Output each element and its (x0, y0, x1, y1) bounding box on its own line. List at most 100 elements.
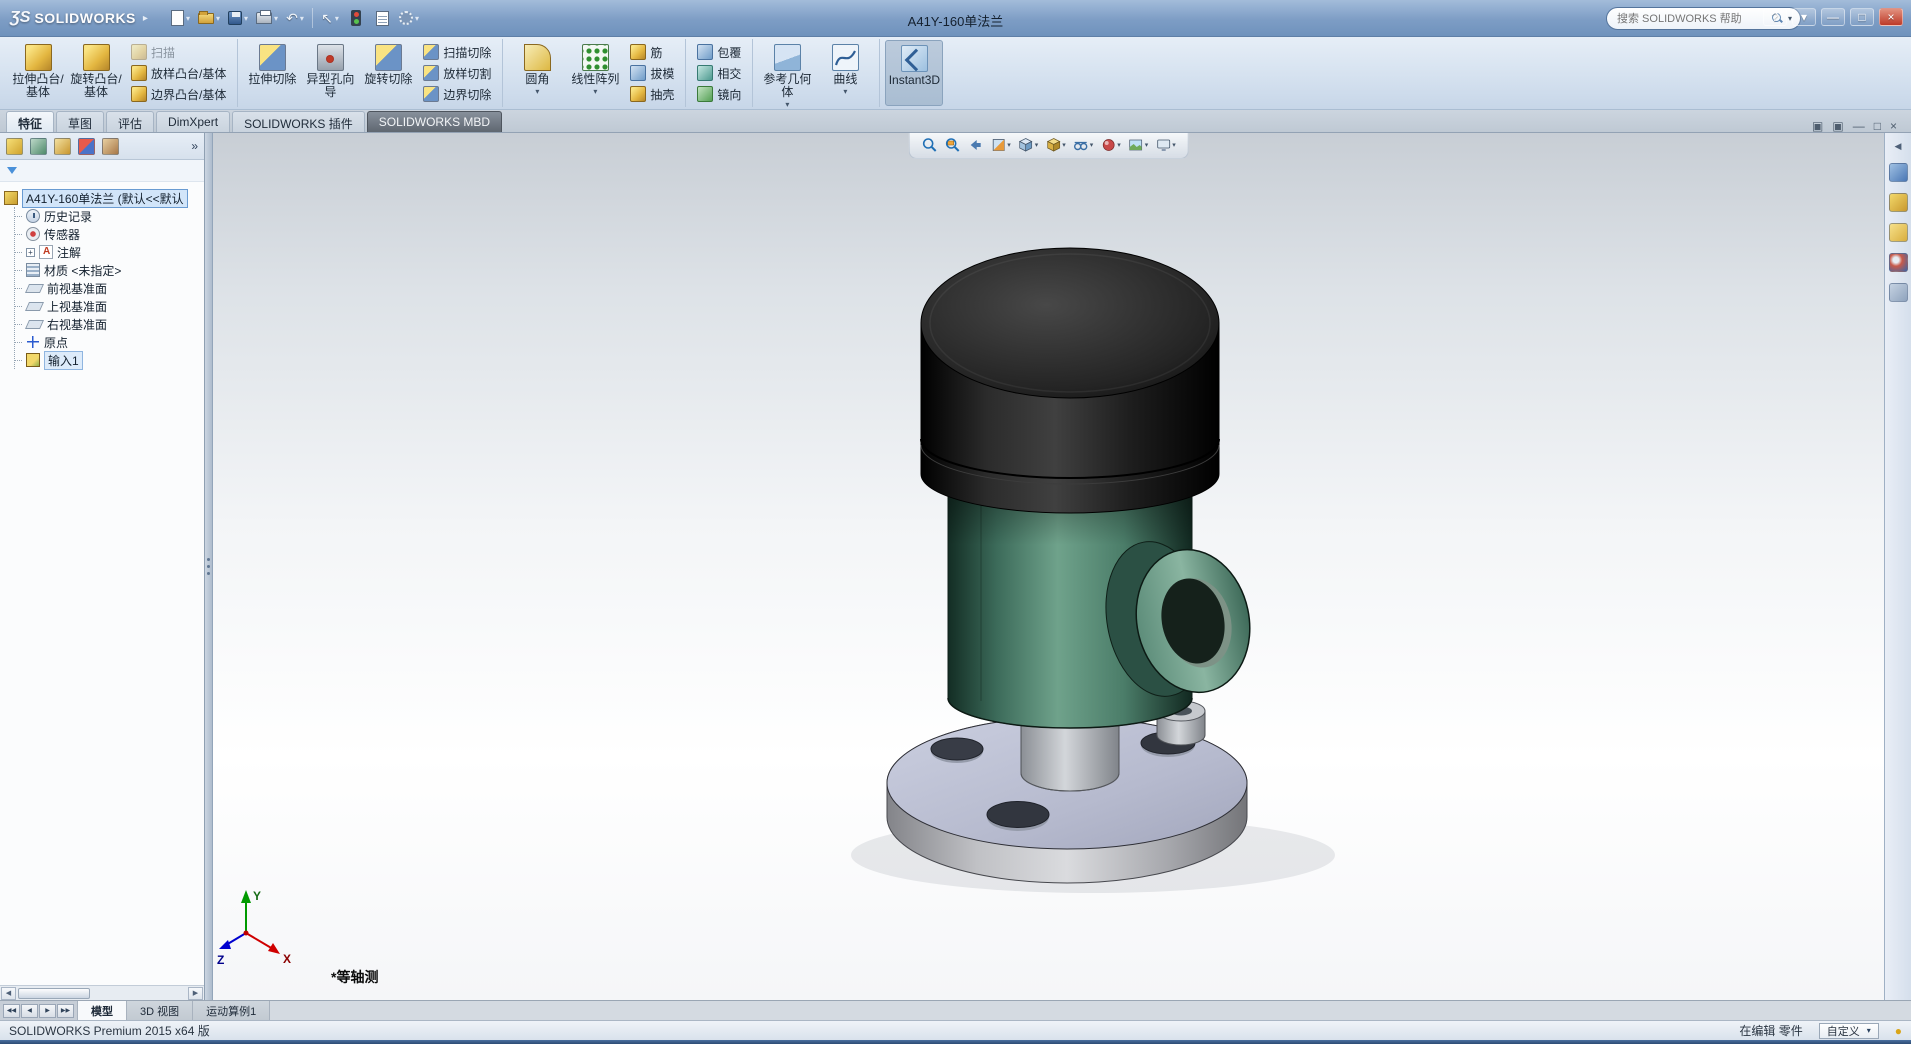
help-dropdown-button[interactable]: ▾ (1792, 8, 1816, 26)
curves-button[interactable]: 曲线 ▾ (816, 40, 874, 106)
appearances-scenes-icon[interactable] (1889, 253, 1908, 272)
configurationmanager-tab-icon[interactable] (54, 138, 71, 155)
displaymanager-tab-icon[interactable] (102, 138, 119, 155)
maximize-button[interactable]: □ (1850, 8, 1874, 26)
featuremanager-tab-icon[interactable] (6, 138, 23, 155)
cascade-window-icon[interactable]: ▣ (1832, 120, 1843, 132)
apply-scene-button[interactable]: ▾ (1126, 136, 1151, 154)
dropdown-arrow-icon[interactable]: ▾ (1007, 141, 1011, 149)
mirror-button[interactable]: 镜向 (693, 84, 745, 104)
custom-properties-icon[interactable] (1889, 283, 1908, 302)
help-button[interactable]: ? (1763, 8, 1787, 26)
doc-close-icon[interactable]: × (1890, 120, 1897, 132)
tree-item-sensors[interactable]: 传感器 (15, 225, 200, 243)
tree-item-origin[interactable]: 原点 (15, 333, 200, 351)
dropdown-arrow-icon[interactable]: ▾ (335, 14, 339, 23)
tree-item-right-plane[interactable]: 右视基准面 (15, 315, 200, 333)
dropdown-arrow-icon[interactable]: ▾ (843, 87, 847, 96)
extruded-cut-button[interactable]: 拉伸切除 (243, 40, 301, 106)
tree-item-top-plane[interactable]: 上视基准面 (15, 297, 200, 315)
close-button[interactable]: × (1879, 8, 1903, 26)
file-explorer-icon[interactable] (1889, 223, 1908, 242)
dropdown-arrow-icon[interactable]: ▾ (1117, 141, 1121, 149)
view-settings-button[interactable]: ▾ (1153, 136, 1178, 154)
scrollbar-thumb[interactable] (18, 988, 90, 999)
dropdown-arrow-icon[interactable]: ▾ (785, 100, 789, 109)
tree-root-item[interactable]: A41Y-160单法兰 (默认<<默认 (4, 189, 200, 207)
instant3d-button[interactable]: Instant3D (885, 40, 943, 106)
swept-cut-button[interactable]: 扫描切除 (419, 42, 495, 62)
dropdown-arrow-icon[interactable]: ▾ (1172, 141, 1176, 149)
filter-funnel-icon[interactable] (7, 167, 17, 174)
panel-splitter[interactable] (205, 133, 213, 1000)
dropdown-arrow-icon[interactable]: ▾ (244, 14, 248, 23)
revolved-cut-button[interactable]: 旋转切除 (359, 40, 417, 106)
scrollbar-track[interactable] (16, 988, 188, 999)
intersect-button[interactable]: 相交 (693, 63, 745, 83)
quick-tip-icon[interactable]: ● (1895, 1024, 1902, 1038)
hole-wizard-button[interactable]: 异型孔向导 (301, 40, 359, 106)
tab-nav-prev-icon[interactable]: ◀ (21, 1004, 38, 1018)
display-style-button[interactable]: ▾ (1043, 136, 1068, 154)
revolved-boss-button[interactable]: 旋转凸台/基体 (67, 40, 125, 106)
file-properties-button[interactable] (370, 5, 394, 31)
lofted-cut-button[interactable]: 放样切割 (419, 63, 495, 83)
dropdown-arrow-icon[interactable]: ▾ (593, 87, 597, 96)
fillet-button[interactable]: 圆角 ▾ (508, 40, 566, 106)
dimxpertmanager-tab-icon[interactable] (78, 138, 95, 155)
tab-addins[interactable]: SOLIDWORKS 插件 (232, 111, 365, 132)
scroll-right-icon[interactable]: ▶ (188, 987, 203, 1000)
new-document-button[interactable]: ▾ (168, 5, 193, 31)
dropdown-arrow-icon[interactable]: ▾ (300, 14, 304, 23)
tree-item-imported1[interactable]: 输入1 (15, 351, 200, 369)
menu-expand-arrow-icon[interactable]: ▸ (143, 13, 148, 24)
task-pane-collapse-icon[interactable]: ◀ (1895, 141, 1902, 152)
tab-model[interactable]: 模型 (78, 1001, 127, 1020)
section-view-button[interactable]: ▾ (988, 136, 1013, 154)
tab-nav-next-icon[interactable]: ▶ (39, 1004, 56, 1018)
tab-dimxpert[interactable]: DimXpert (156, 111, 230, 132)
tab-3d-views[interactable]: 3D 视图 (127, 1001, 193, 1020)
tab-nav-last-icon[interactable]: ▶▶ (57, 1004, 74, 1018)
zoom-fit-button[interactable] (919, 136, 939, 154)
boundary-cut-button[interactable]: 边界切除 (419, 84, 495, 104)
search-input[interactable] (1615, 12, 1767, 26)
tile-window-icon[interactable]: ▣ (1812, 120, 1823, 132)
view-orientation-button[interactable]: ▾ (1016, 136, 1041, 154)
tab-nav-first-icon[interactable]: ◀◀ (3, 1004, 20, 1018)
previous-view-button[interactable] (965, 136, 985, 154)
dropdown-arrow-icon[interactable]: ▾ (216, 14, 220, 23)
tab-sketch[interactable]: 草图 (56, 111, 104, 132)
graphics-viewport[interactable]: ▾ ▾ ▾ ▾ ▾ (213, 133, 1884, 1000)
dropdown-arrow-icon[interactable]: ▾ (415, 14, 419, 23)
design-library-icon[interactable] (1889, 193, 1908, 212)
lofted-boss-button[interactable]: 放样凸台/基体 (127, 63, 230, 83)
edit-appearance-button[interactable]: ▾ (1098, 136, 1123, 154)
options-button[interactable]: ▾ (396, 5, 422, 31)
print-button[interactable]: ▾ (253, 5, 281, 31)
dropdown-arrow-icon[interactable]: ▾ (1145, 141, 1149, 149)
tree-horizontal-scrollbar[interactable]: ◀ ▶ (0, 985, 204, 1000)
undo-button[interactable]: ↶▾ (283, 5, 307, 31)
tab-features[interactable]: 特征 (6, 111, 54, 132)
draft-button[interactable]: 拔模 (626, 63, 678, 83)
dropdown-arrow-icon[interactable]: ▾ (535, 87, 539, 96)
tab-motion-study[interactable]: 运动算例1 (193, 1001, 270, 1020)
boundary-boss-button[interactable]: 边界凸台/基体 (127, 84, 230, 104)
scroll-left-icon[interactable]: ◀ (1, 987, 16, 1000)
rebuild-button[interactable] (344, 5, 368, 31)
hide-show-items-button[interactable]: ▾ (1071, 136, 1096, 154)
minimize-button[interactable]: — (1821, 8, 1845, 26)
tab-overflow-icon[interactable]: » (191, 139, 198, 153)
custom-unit-combo[interactable]: 自定义 ▾ (1819, 1023, 1879, 1039)
open-button[interactable]: ▾ (195, 5, 223, 31)
tab-mbd[interactable]: SOLIDWORKS MBD (367, 111, 502, 132)
dropdown-arrow-icon[interactable]: ▾ (1035, 141, 1039, 149)
solidworks-resources-icon[interactable] (1889, 163, 1908, 182)
part-3d-model[interactable] (213, 133, 1884, 1000)
dropdown-arrow-icon[interactable]: ▾ (1062, 141, 1066, 149)
solidworks-logo[interactable]: ƷS SOLIDWORKS ▸ (0, 9, 158, 27)
wrap-button[interactable]: 包覆 (693, 42, 745, 62)
dropdown-arrow-icon[interactable]: ▾ (1090, 141, 1094, 149)
tab-evaluate[interactable]: 评估 (106, 111, 154, 132)
